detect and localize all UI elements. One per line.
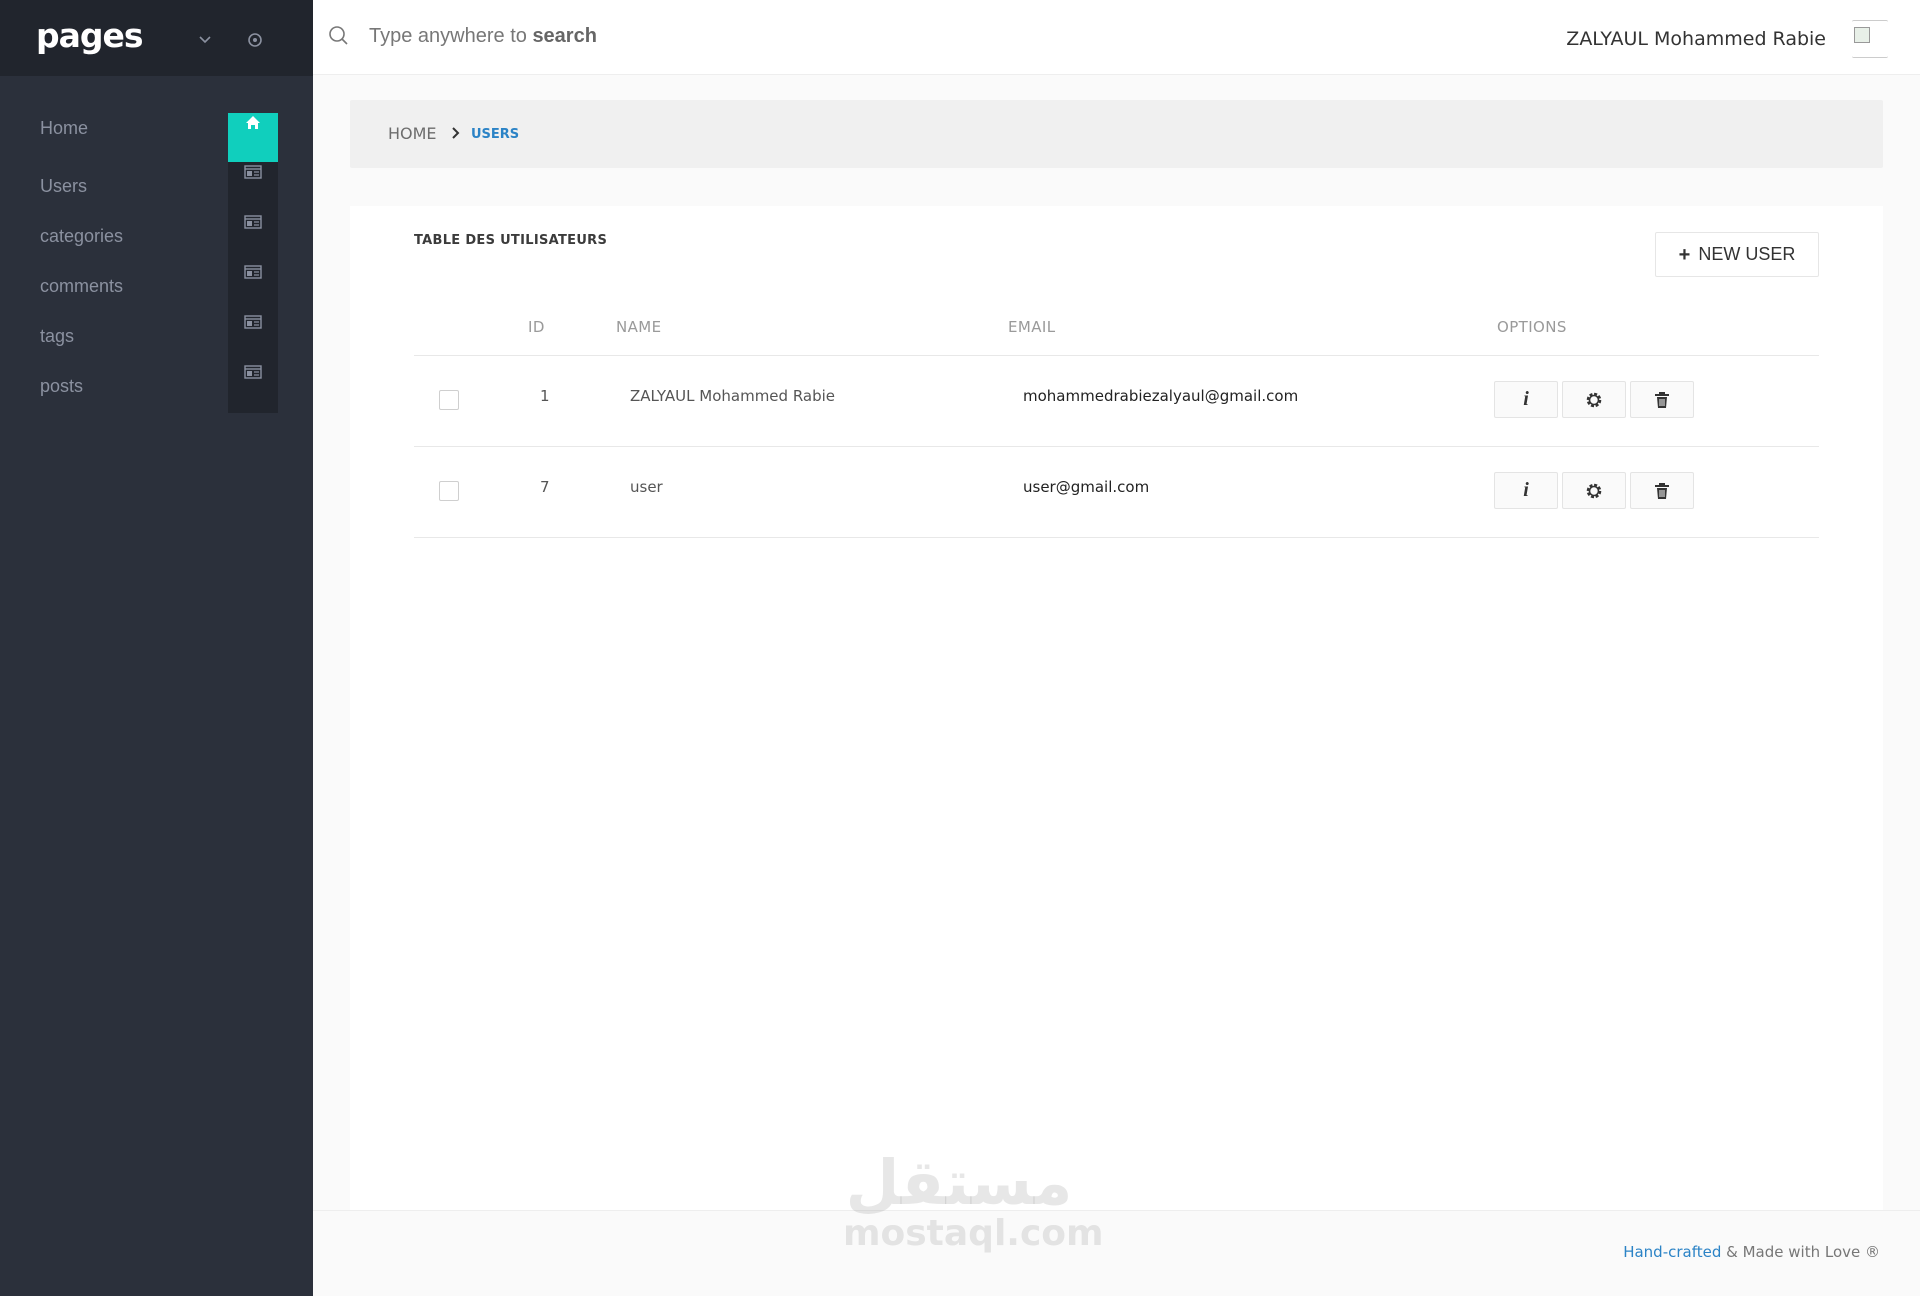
delete-button[interactable] (1630, 381, 1694, 418)
home-icon (246, 116, 260, 129)
window-icon[interactable] (244, 365, 262, 379)
cell-id: 7 (540, 478, 550, 496)
footer-rest-text: & Made with Love ® (1721, 1243, 1880, 1261)
trash-icon (1655, 391, 1669, 408)
new-user-button[interactable]: + NEW USER (1655, 232, 1819, 277)
gear-icon (1586, 392, 1602, 407)
watermark: مستقل mostaql.com (843, 1146, 1104, 1254)
breadcrumb: HOME USERS (350, 100, 1883, 168)
info-button[interactable]: i (1494, 381, 1558, 418)
sidebar-icon-home-active[interactable] (228, 113, 278, 162)
new-user-label: NEW USER (1698, 244, 1796, 264)
footer: Hand-crafted & Made with Love ® (313, 1210, 1920, 1296)
cell-name: user (630, 478, 663, 496)
sidebar: pages Home Users categories comments tag… (0, 0, 313, 1296)
info-button[interactable]: i (1494, 472, 1558, 509)
table-header: ID NAME EMAIL OPTIONS (414, 301, 1819, 356)
cell-email: user@gmail.com (1023, 478, 1150, 496)
edit-button[interactable] (1562, 381, 1626, 418)
avatar[interactable] (1852, 20, 1888, 58)
info-icon: i (1523, 388, 1529, 410)
sidebar-item-posts[interactable]: posts (40, 376, 83, 397)
column-header-options: OPTIONS (1497, 318, 1567, 336)
footer-link[interactable]: Hand-crafted (1623, 1243, 1721, 1261)
cell-name: ZALYAUL Mohammed Rabie (630, 387, 836, 405)
info-icon: i (1523, 479, 1529, 501)
sidebar-item-tags[interactable]: tags (40, 326, 74, 347)
window-icon[interactable] (244, 215, 262, 229)
chevron-down-icon[interactable] (196, 30, 214, 48)
sidebar-item-home[interactable]: Home (40, 118, 88, 139)
column-header-email[interactable]: EMAIL (1008, 318, 1055, 336)
sidebar-icon-rail (228, 113, 278, 413)
top-header: Type anywhere to search ZALYAUL Mohammed… (313, 0, 1920, 75)
watermark-latin: mostaql.com (843, 1213, 1104, 1254)
search-input[interactable]: Type anywhere to search (369, 25, 597, 48)
sidebar-item-categories[interactable]: categories (40, 226, 123, 247)
chevron-right-icon (452, 127, 460, 139)
window-icon[interactable] (244, 265, 262, 279)
settings-dot-icon[interactable] (246, 31, 264, 49)
delete-button[interactable] (1630, 472, 1694, 509)
table-row: 7 user user@gmail.com i (414, 447, 1819, 538)
search-icon[interactable] (327, 24, 351, 48)
gear-icon (1586, 483, 1602, 498)
column-header-id[interactable]: ID (528, 318, 545, 336)
footer-credit: Hand-crafted & Made with Love ® (1623, 1243, 1880, 1261)
row-checkbox[interactable] (439, 481, 459, 501)
breadcrumb-current: USERS (471, 127, 520, 142)
sidebar-item-users[interactable]: Users (40, 176, 87, 197)
table-row: 1 ZALYAUL Mohammed Rabie mohammedrabieza… (414, 356, 1819, 447)
card-title: TABLE DES UTILISATEURS (414, 233, 608, 248)
breadcrumb-home-link[interactable]: HOME (388, 124, 437, 143)
user-name[interactable]: ZALYAUL Mohammed Rabie (1566, 28, 1826, 50)
sidebar-item-comments[interactable]: comments (40, 276, 123, 297)
trash-icon (1655, 482, 1669, 499)
cell-id: 1 (540, 387, 550, 405)
edit-button[interactable] (1562, 472, 1626, 509)
search-placeholder-bold: search (532, 25, 597, 47)
window-icon[interactable] (244, 165, 262, 179)
column-header-name[interactable]: NAME (616, 318, 662, 336)
search-placeholder-prefix: Type anywhere to (369, 25, 527, 47)
brand-logo[interactable]: pages (36, 16, 144, 55)
cell-email: mohammedrabiezalyaul@gmail.com (1023, 387, 1299, 405)
plus-icon: + (1678, 243, 1691, 266)
window-icon[interactable] (244, 315, 262, 329)
users-card: TABLE DES UTILISATEURS + NEW USER ID NAM… (350, 206, 1883, 1210)
sidebar-header: pages (0, 0, 313, 76)
row-checkbox[interactable] (439, 390, 459, 410)
watermark-arabic: مستقل (845, 1146, 1073, 1219)
